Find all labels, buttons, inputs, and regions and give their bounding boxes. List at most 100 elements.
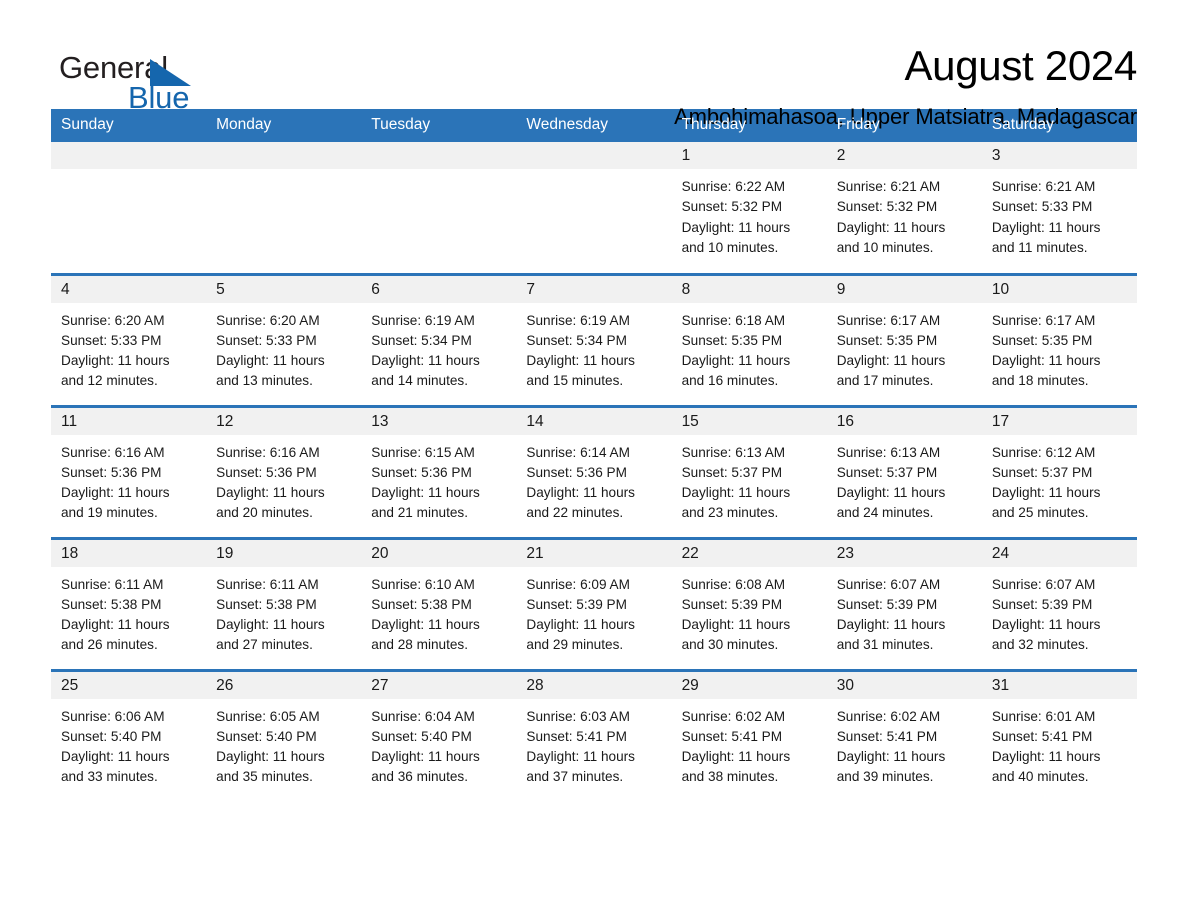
sunrise-text: Sunrise: 6:14 AM — [526, 444, 630, 460]
calendar-day-cell[interactable]: 2 Sunrise: 6:21 AM Sunset: 5:32 PM Daylight… — [826, 142, 982, 274]
sunset-text: Sunset: 5:32 PM — [681, 199, 783, 215]
day-details: Sunrise: 6:21 AM Sunset: 5:32 PM Daylight:… — [827, 169, 982, 258]
day-details: Sunrise: 6:08 AM Sunset: 5:39 PM Daylight:… — [672, 567, 827, 656]
day-details: Sunrise: 6:07 AM Sunset: 5:39 PM Daylight:… — [827, 567, 982, 656]
calendar-week-row: 1 Sunrise: 6:22 AM Sunset: 5:32 PM Daylight… — [51, 142, 1137, 274]
calendar-day-cell[interactable]: 19 Sunrise: 6:11 AM Sunset: 5:38 PM Dayligh… — [206, 536, 362, 670]
sunrise-text: Sunrise: 6:06 AM — [61, 708, 165, 724]
calendar-day-cell[interactable]: 10 Sunrise: 6:17 AM Sunset: 5:35 PM Dayligh… — [981, 272, 1137, 406]
sunset-text: Sunset: 5:38 PM — [371, 596, 472, 612]
daylight-text-line1: Daylight: 11 hours — [836, 749, 946, 765]
calendar-day-cell[interactable]: 6 Sunrise: 6:19 AM Sunset: 5:34 PM Daylight… — [361, 272, 517, 406]
day-details: Sunrise: 6:11 AM Sunset: 5:38 PM Daylight:… — [51, 567, 206, 656]
sunrise-sunset-calendar: Sunday Monday Tuesday Wednesday Thursday… — [51, 109, 1137, 802]
calendar-day-cell[interactable]: 31 Sunrise: 6:01 AM Sunset: 5:41 PM Dayligh… — [981, 668, 1137, 802]
calendar-day-cell[interactable]: 7 Sunrise: 6:19 AM Sunset: 5:34 PM Daylight… — [516, 272, 672, 406]
day-details: Sunrise: 6:22 AM Sunset: 5:32 PM Daylight:… — [672, 169, 827, 258]
day-details: Sunrise: 6:14 AM Sunset: 5:36 PM Daylight:… — [516, 435, 671, 524]
calendar-day-cell[interactable]: 11 Sunrise: 6:16 AM Sunset: 5:36 PM Dayligh… — [51, 404, 207, 538]
day-details: Sunrise: 6:21 AM Sunset: 5:33 PM Daylight:… — [982, 169, 1137, 258]
day-details: Sunrise: 6:11 AM Sunset: 5:38 PM Daylight:… — [206, 567, 361, 656]
sunset-text: Sunset: 5:40 PM — [371, 728, 472, 744]
calendar-day-cell[interactable]: 18 Sunrise: 6:11 AM Sunset: 5:38 PM Dayligh… — [51, 536, 207, 670]
calendar-day-cell[interactable]: 1 Sunrise: 6:22 AM Sunset: 5:32 PM Daylight… — [671, 142, 827, 274]
day-details: Sunrise: 6:06 AM Sunset: 5:40 PM Daylight:… — [51, 699, 206, 788]
calendar-day-cell[interactable]: 25 Sunrise: 6:06 AM Sunset: 5:40 PM Dayligh… — [51, 668, 207, 802]
calendar-day-cell[interactable]: 17 Sunrise: 6:12 AM Sunset: 5:37 PM Dayligh… — [981, 404, 1137, 538]
generalblue-logo[interactable]: General Blue — [51, 44, 241, 118]
sunrise-text: Sunrise: 6:19 AM — [526, 312, 630, 328]
calendar-day-cell[interactable]: 13 Sunrise: 6:15 AM Sunset: 5:36 PM Dayligh… — [361, 404, 517, 538]
calendar-day-cell[interactable]: 4 Sunrise: 6:20 AM Sunset: 5:33 PM Daylight… — [51, 272, 207, 406]
day-number: 4 — [51, 275, 207, 303]
daylight-text-line2: and 18 minutes. — [991, 373, 1089, 389]
weekday-header-wednesday: Wednesday — [516, 109, 672, 142]
calendar-day-cell[interactable]: 23 Sunrise: 6:07 AM Sunset: 5:39 PM Dayligh… — [826, 536, 982, 670]
sunset-text: Sunset: 5:33 PM — [61, 332, 162, 348]
sunset-text: Sunset: 5:33 PM — [991, 199, 1093, 215]
calendar-day-cell[interactable]: 5 Sunrise: 6:20 AM Sunset: 5:33 PM Daylight… — [206, 272, 362, 406]
daylight-text-line1: Daylight: 11 hours — [681, 485, 791, 501]
day-number: 29 — [671, 671, 827, 699]
sunrise-text: Sunrise: 6:21 AM — [991, 179, 1096, 194]
daylight-text-line1: Daylight: 11 hours — [836, 219, 946, 235]
calendar-day-cell[interactable]: 21 Sunrise: 6:09 AM Sunset: 5:39 PM Dayligh… — [516, 536, 672, 670]
sunset-text: Sunset: 5:39 PM — [836, 596, 938, 612]
day-number: 27 — [361, 671, 517, 699]
daylight-text-line1: Daylight: 11 hours — [61, 485, 170, 501]
calendar-day-cell[interactable]: 28 Sunrise: 6:03 AM Sunset: 5:41 PM Dayligh… — [516, 668, 672, 802]
calendar-day-cell[interactable]: 26 Sunrise: 6:05 AM Sunset: 5:40 PM Dayligh… — [206, 668, 362, 802]
daylight-text-line1: Daylight: 11 hours — [836, 353, 946, 369]
sunrise-text: Sunrise: 6:10 AM — [371, 576, 475, 592]
day-number: 10 — [981, 275, 1137, 303]
sunset-text: Sunset: 5:38 PM — [61, 596, 162, 612]
calendar-day-cell[interactable]: 15 Sunrise: 6:13 AM Sunset: 5:37 PM Dayligh… — [671, 404, 827, 538]
calendar-day-cell[interactable]: 16 Sunrise: 6:13 AM Sunset: 5:37 PM Dayligh… — [826, 404, 982, 538]
sunset-text: Sunset: 5:37 PM — [836, 464, 938, 480]
daylight-text-line1: Daylight: 11 hours — [61, 353, 170, 369]
day-details: Sunrise: 6:17 AM Sunset: 5:35 PM Daylight:… — [827, 303, 982, 392]
sunset-text: Sunset: 5:34 PM — [371, 332, 472, 348]
calendar-day-cell[interactable]: 14 Sunrise: 6:14 AM Sunset: 5:36 PM Dayligh… — [516, 404, 672, 538]
day-details: Sunrise: 6:04 AM Sunset: 5:40 PM Daylight:… — [361, 699, 516, 788]
daylight-text-line2: and 31 minutes. — [836, 637, 934, 653]
daylight-text-line2: and 10 minutes. — [681, 239, 779, 255]
calendar-day-cell[interactable]: 9 Sunrise: 6:17 AM Sunset: 5:35 PM Daylight… — [826, 272, 982, 406]
sunset-text: Sunset: 5:35 PM — [991, 332, 1093, 348]
calendar-day-cell[interactable]: 27 Sunrise: 6:04 AM Sunset: 5:40 PM Dayligh… — [361, 668, 517, 802]
calendar-day-cell[interactable]: 30 Sunrise: 6:02 AM Sunset: 5:41 PM Dayligh… — [826, 668, 982, 802]
calendar-day-cell-empty — [516, 142, 672, 274]
sunrise-text: Sunrise: 6:20 AM — [61, 312, 165, 328]
daylight-text-line1: Daylight: 11 hours — [991, 353, 1101, 369]
calendar-day-cell[interactable]: 22 Sunrise: 6:08 AM Sunset: 5:39 PM Dayligh… — [671, 536, 827, 670]
day-details: Sunrise: 6:18 AM Sunset: 5:35 PM Daylight:… — [672, 303, 827, 392]
daylight-text-line2: and 15 minutes. — [526, 373, 624, 389]
daylight-text-line2: and 39 minutes. — [836, 769, 934, 785]
sunset-text: Sunset: 5:40 PM — [216, 728, 317, 744]
sunset-text: Sunset: 5:36 PM — [61, 464, 162, 480]
day-details: Sunrise: 6:10 AM Sunset: 5:38 PM Daylight:… — [361, 567, 516, 656]
day-number: 23 — [826, 539, 982, 567]
sunrise-text: Sunrise: 6:17 AM — [836, 312, 941, 328]
daylight-text-line1: Daylight: 11 hours — [371, 353, 480, 369]
daylight-text-line1: Daylight: 11 hours — [991, 617, 1101, 633]
sunset-text: Sunset: 5:34 PM — [526, 332, 627, 348]
day-number: 16 — [826, 407, 982, 435]
sunset-text: Sunset: 5:39 PM — [991, 596, 1093, 612]
sunrise-text: Sunrise: 6:16 AM — [61, 444, 165, 460]
daylight-text-line2: and 10 minutes. — [836, 239, 934, 255]
sunrise-text: Sunrise: 6:15 AM — [371, 444, 475, 460]
calendar-day-cell[interactable]: 20 Sunrise: 6:10 AM Sunset: 5:38 PM Dayligh… — [361, 536, 517, 670]
calendar-day-cell[interactable]: 29 Sunrise: 6:02 AM Sunset: 5:41 PM Dayligh… — [671, 668, 827, 802]
daylight-text-line2: and 20 minutes. — [216, 505, 313, 521]
sunset-text: Sunset: 5:37 PM — [681, 464, 783, 480]
sunrise-text: Sunrise: 6:07 AM — [991, 576, 1096, 592]
calendar-day-cell[interactable]: 24 Sunrise: 6:07 AM Sunset: 5:39 PM Dayligh… — [981, 536, 1137, 670]
daylight-text-line1: Daylight: 11 hours — [216, 617, 325, 633]
calendar-day-cell[interactable]: 8 Sunrise: 6:18 AM Sunset: 5:35 PM Daylight… — [671, 272, 827, 406]
calendar-day-cell[interactable]: 3 Sunrise: 6:21 AM Sunset: 5:33 PM Daylight… — [981, 142, 1137, 274]
calendar-day-cell[interactable]: 12 Sunrise: 6:16 AM Sunset: 5:36 PM Dayligh… — [206, 404, 362, 538]
daylight-text-line2: and 22 minutes. — [526, 505, 624, 521]
day-number: 14 — [516, 407, 672, 435]
calendar-week-row: 11 Sunrise: 6:16 AM Sunset: 5:36 PM Dayligh… — [51, 404, 1137, 538]
